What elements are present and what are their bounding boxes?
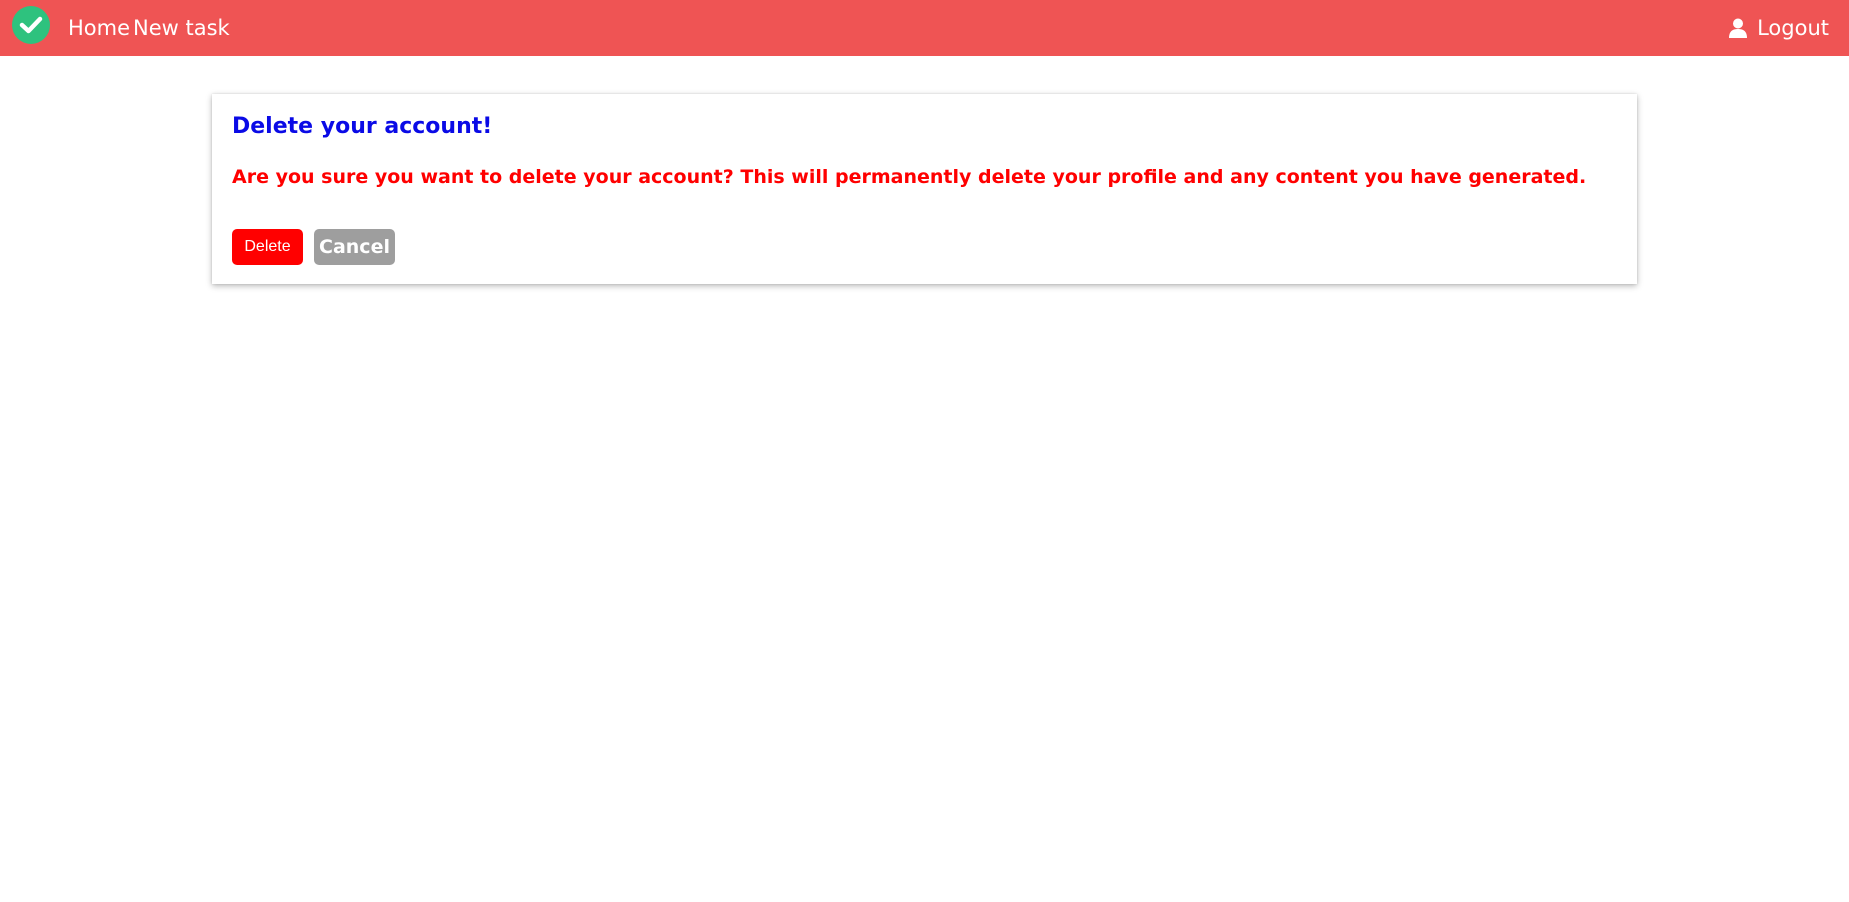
logout-link[interactable]: Logout [1729, 0, 1829, 56]
check-circle-icon[interactable] [12, 6, 50, 44]
user-icon [1729, 18, 1748, 38]
nav-home-link[interactable]: Home [68, 0, 130, 56]
logout-label: Logout [1757, 16, 1829, 40]
cancel-button[interactable]: Cancel [314, 229, 395, 265]
dialog-title: Delete your account! [232, 114, 493, 139]
delete-button[interactable]: Delete [232, 229, 303, 265]
top-navbar: Home New task Logout [0, 0, 1849, 56]
delete-account-dialog: Delete your account! Are you sure you wa… [212, 94, 1637, 284]
nav-new-task-link[interactable]: New task [133, 0, 230, 56]
dialog-message: Are you sure you want to delete your acc… [232, 166, 1587, 188]
